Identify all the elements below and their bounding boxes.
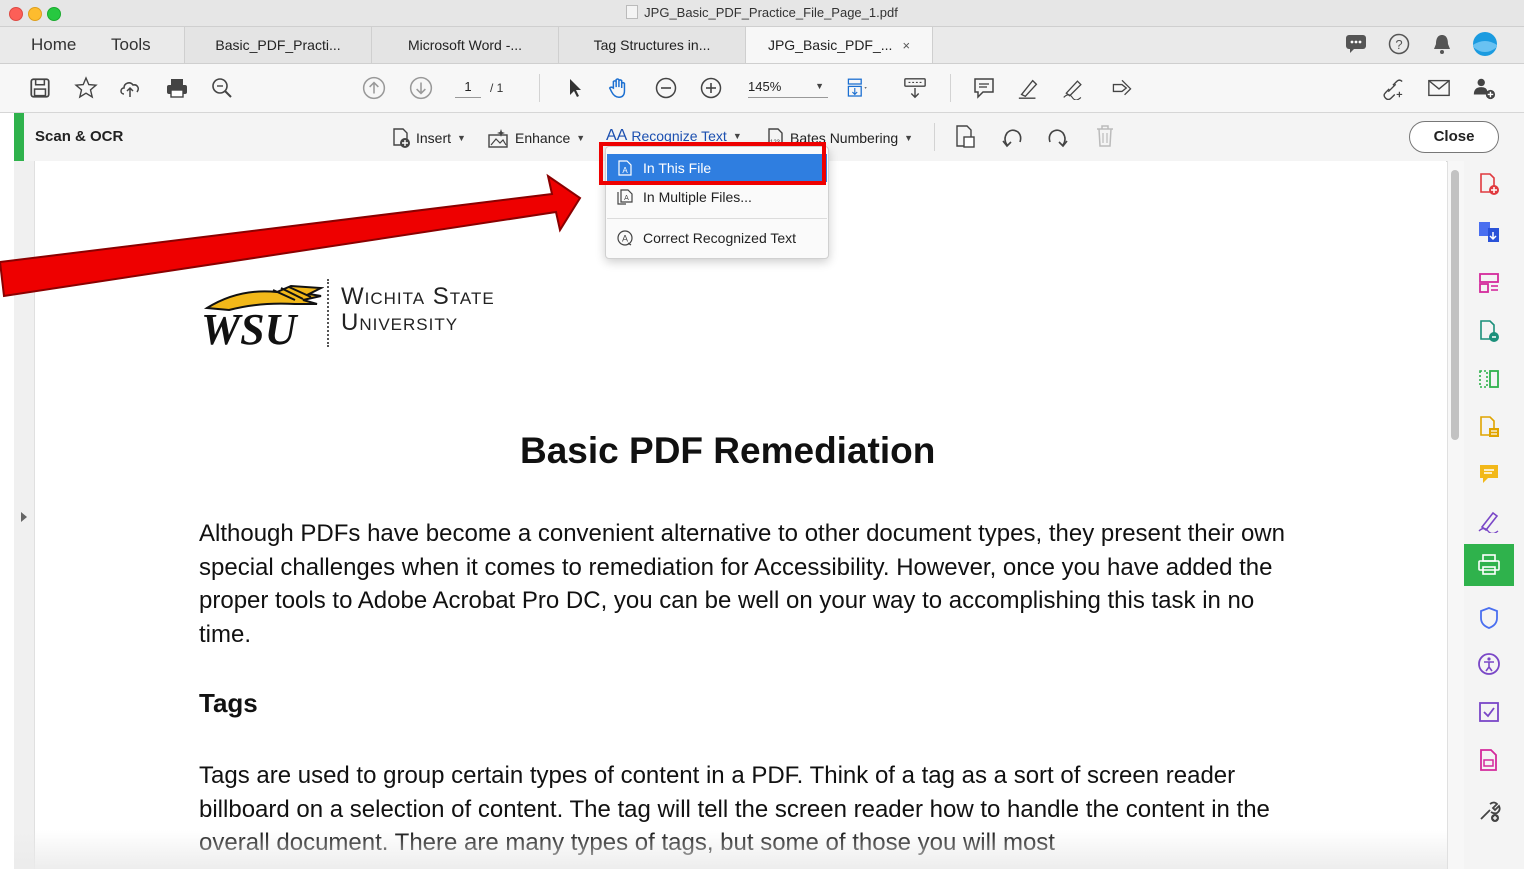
separator xyxy=(539,74,540,102)
tab-label: Microsoft Word -... xyxy=(407,37,523,53)
multiple-files-icon: A xyxy=(617,189,633,205)
help-icon[interactable]: ? xyxy=(1388,33,1410,55)
extract-page-icon[interactable] xyxy=(954,124,978,150)
zoom-value: 145% xyxy=(748,79,782,94)
chat-icon[interactable] xyxy=(1345,34,1367,54)
annotation-arrow-icon xyxy=(0,173,582,298)
tab-bar: Home Tools Basic_PDF_Practi... Microsoft… xyxy=(0,27,1524,64)
intro-paragraph: Although PDFs have become a convenient a… xyxy=(199,520,1285,648)
page-count: / 1 xyxy=(490,81,504,95)
wsu-monogram: WSU xyxy=(201,305,299,350)
window-title: JPG_Basic_PDF_Practice_File_Page_1.pdf xyxy=(0,5,1524,20)
tools-link[interactable]: Tools xyxy=(111,35,151,55)
bottom-fade xyxy=(14,830,1447,869)
chevron-down-icon: ▼ xyxy=(457,133,466,143)
organize-pages-icon[interactable] xyxy=(1477,271,1501,295)
select-arrow-icon[interactable] xyxy=(563,76,587,100)
enhance-label: Enhance xyxy=(515,130,571,146)
enhance-button[interactable]: Enhance ▼ xyxy=(487,127,585,149)
tab-label: Tag Structures in... xyxy=(593,37,711,53)
correct-text-icon: A xyxy=(617,230,633,246)
annotation-highlight-box xyxy=(599,142,826,185)
keyboard-scroll-icon[interactable] xyxy=(903,76,927,100)
cloud-upload-icon[interactable] xyxy=(118,76,142,100)
separator xyxy=(934,123,935,151)
email-icon[interactable] xyxy=(1427,76,1451,100)
insert-page-icon xyxy=(393,128,410,148)
svg-text:A: A xyxy=(624,195,629,202)
close-tool-button[interactable]: Close xyxy=(1409,121,1499,153)
protect-shield-icon[interactable] xyxy=(1477,606,1501,630)
menu-separator xyxy=(607,218,827,219)
scrollbar-thumb[interactable] xyxy=(1451,170,1459,440)
tool-title: Scan & OCR xyxy=(35,128,124,145)
zoom-in-icon[interactable] xyxy=(699,76,723,100)
tab-tag-structures[interactable]: Tag Structures in... xyxy=(558,27,745,63)
print-icon[interactable] xyxy=(165,76,189,100)
more-tools-icon[interactable] xyxy=(1477,799,1501,823)
main-toolbar: 1 / 1 145% ▼ xyxy=(0,64,1524,113)
export-pdf-icon[interactable] xyxy=(1477,220,1501,244)
zoom-out-icon[interactable] xyxy=(654,76,678,100)
chevron-down-icon: ▼ xyxy=(815,81,824,91)
document-icon xyxy=(626,5,639,19)
fill-sign-icon[interactable] xyxy=(1062,76,1086,100)
svg-text:A: A xyxy=(622,234,628,244)
star-icon[interactable] xyxy=(74,76,98,100)
menu-item-in-multiple-files[interactable]: A In Multiple Files... xyxy=(607,183,827,211)
tags-heading: Tags xyxy=(199,688,258,718)
stamp-tag-icon[interactable] xyxy=(1110,76,1134,100)
prepare-form-icon[interactable] xyxy=(1477,748,1501,772)
combine-files-icon[interactable] xyxy=(1477,367,1501,391)
avatar[interactable] xyxy=(1472,31,1498,57)
bell-icon[interactable] xyxy=(1432,33,1452,55)
tab-jpg-basic-pdf[interactable]: JPG_Basic_PDF_... × xyxy=(745,27,933,63)
home-link[interactable]: Home xyxy=(31,35,76,55)
scan-ocr-icon[interactable] xyxy=(1477,553,1501,577)
action-wizard-icon[interactable] xyxy=(1477,700,1501,724)
share-link-icon[interactable] xyxy=(1380,76,1404,100)
tool-color-strip xyxy=(14,113,24,161)
chevron-down-icon: ▼ xyxy=(732,131,742,141)
send-for-review-icon[interactable] xyxy=(1477,415,1501,439)
menu-item-correct-recognized-text[interactable]: A Correct Recognized Text xyxy=(607,224,827,252)
previous-page-icon[interactable] xyxy=(362,76,386,100)
separator xyxy=(950,74,951,102)
highlight-pen-icon[interactable] xyxy=(1017,76,1041,100)
comment-icon[interactable] xyxy=(972,76,996,100)
tab-label: Basic_PDF_Practi... xyxy=(215,37,341,53)
zoom-select[interactable]: 145% ▼ xyxy=(748,79,828,98)
svg-text:?: ? xyxy=(1395,37,1402,52)
page-fit-icon[interactable] xyxy=(846,76,870,100)
menu-item-label: Correct Recognized Text xyxy=(643,230,797,246)
chevron-down-icon: ▼ xyxy=(576,133,586,143)
insert-label: Insert xyxy=(416,130,452,146)
hand-tool-icon[interactable] xyxy=(606,76,630,100)
enhance-icon xyxy=(488,129,508,148)
save-icon[interactable] xyxy=(28,76,52,100)
tab-basic-pdf-practice[interactable]: Basic_PDF_Practi... xyxy=(184,27,371,63)
delete-trash-icon[interactable] xyxy=(1093,123,1117,149)
insert-button[interactable]: Insert ▼ xyxy=(390,127,466,149)
next-page-icon[interactable] xyxy=(409,76,433,100)
menu-item-label: In Multiple Files... xyxy=(643,189,752,205)
rotate-left-icon[interactable] xyxy=(1000,125,1026,149)
document-title: Basic PDF Remediation xyxy=(520,430,936,471)
fill-and-sign-icon[interactable] xyxy=(1477,509,1501,533)
edit-pdf-icon[interactable] xyxy=(1477,319,1501,343)
university-name-line2: University xyxy=(341,309,459,336)
tab-close-icon[interactable]: × xyxy=(902,38,910,53)
page-number-input[interactable]: 1 xyxy=(455,79,481,98)
expand-left-panel-icon[interactable] xyxy=(21,512,27,522)
tab-microsoft-word[interactable]: Microsoft Word -... xyxy=(371,27,558,63)
create-pdf-icon[interactable] xyxy=(1477,172,1501,196)
tab-label: JPG_Basic_PDF_... xyxy=(767,37,893,53)
add-user-icon[interactable] xyxy=(1472,76,1496,100)
comment-tool-icon[interactable] xyxy=(1477,462,1501,486)
chevron-down-icon: ▼ xyxy=(904,133,914,143)
search-icon[interactable] xyxy=(210,76,234,100)
window-title-bar: JPG_Basic_PDF_Practice_File_Page_1.pdf xyxy=(0,0,1524,27)
rotate-right-icon[interactable] xyxy=(1044,125,1070,149)
accessibility-icon[interactable] xyxy=(1477,652,1501,676)
